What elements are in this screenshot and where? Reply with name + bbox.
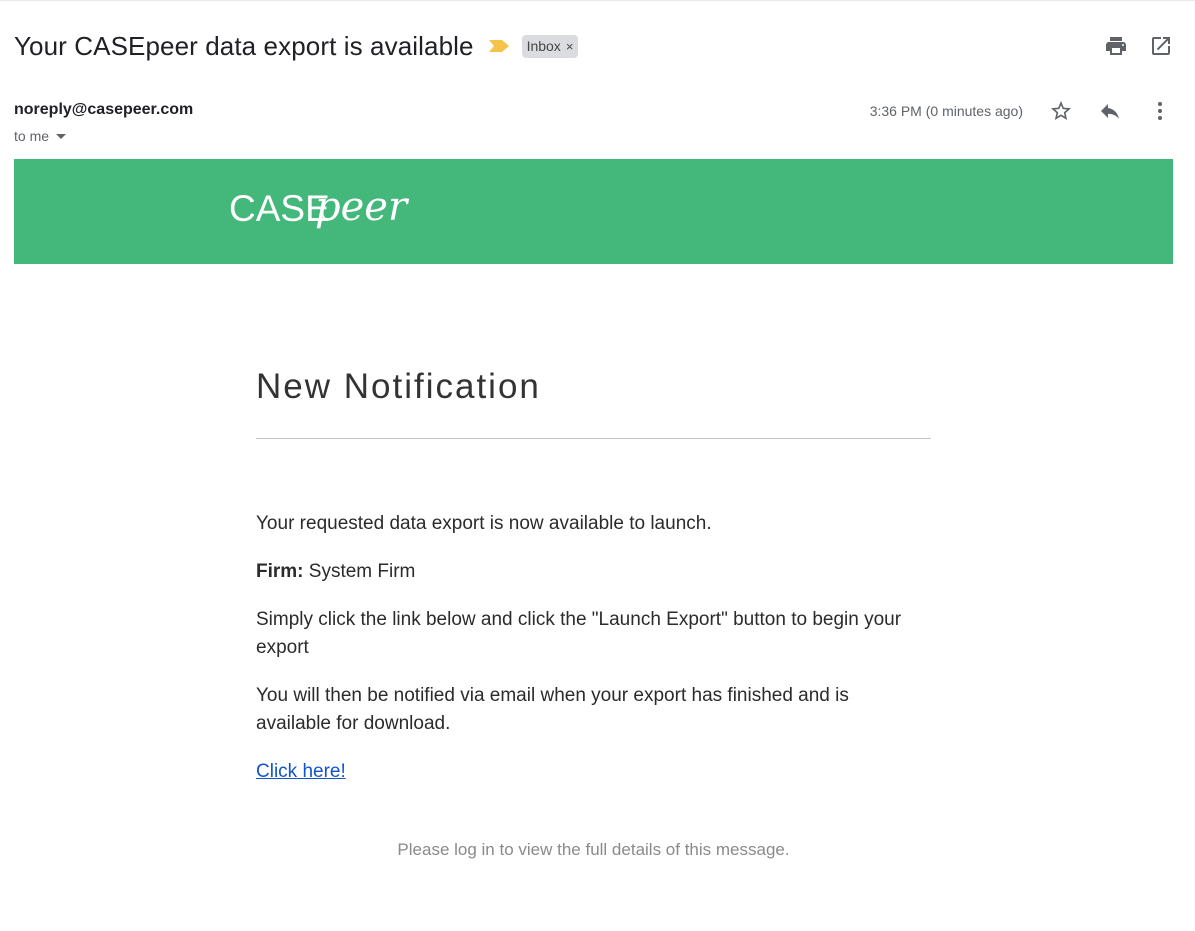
reply-icon[interactable]: [1098, 99, 1122, 123]
importance-marker-icon[interactable]: [488, 39, 510, 53]
recipient-details-toggle[interactable]: to me: [14, 128, 67, 144]
more-vertical-icon[interactable]: [1148, 99, 1172, 123]
firm-label: Firm:: [256, 561, 304, 582]
print-icon[interactable]: [1104, 34, 1128, 58]
firm-value: System Firm: [303, 561, 416, 582]
star-icon[interactable]: [1049, 99, 1073, 123]
casepeer-logo: CASE peer: [229, 184, 410, 230]
brand-banner: CASE peer: [14, 159, 1173, 264]
click-here-link[interactable]: Click here!: [256, 761, 346, 782]
instructions-text: Simply click the link below and click th…: [256, 609, 902, 658]
logo-script-text: peer: [315, 184, 410, 230]
firm-line: Firm: System Firm: [256, 558, 906, 586]
message-timestamp: 3:36 PM (0 minutes ago): [869, 103, 1023, 119]
email-subject: Your CASEpeer data export is available: [14, 30, 474, 61]
inbox-label-text: Inbox: [526, 38, 561, 54]
inbox-label-chip: Inbox ×: [521, 34, 579, 58]
followup-text: You will then be notified via email when…: [256, 685, 849, 734]
footer-note: Please log in to view the full details o…: [397, 840, 790, 859]
heading-divider: [256, 438, 931, 439]
remove-label-button[interactable]: ×: [566, 39, 574, 54]
subject-row: Your CASEpeer data export is available I…: [14, 26, 579, 66]
chevron-down-icon: [56, 133, 67, 139]
recipient-label: to me: [14, 128, 50, 144]
notification-heading: New Notification: [256, 367, 541, 406]
open-in-new-window-icon[interactable]: [1149, 34, 1173, 58]
top-divider: [0, 0, 1195, 1]
sender-address[interactable]: noreply@casepeer.com: [14, 101, 193, 119]
intro-text: Your requested data export is now availa…: [256, 513, 712, 534]
launch-export-link-line: Click here!: [256, 758, 906, 786]
